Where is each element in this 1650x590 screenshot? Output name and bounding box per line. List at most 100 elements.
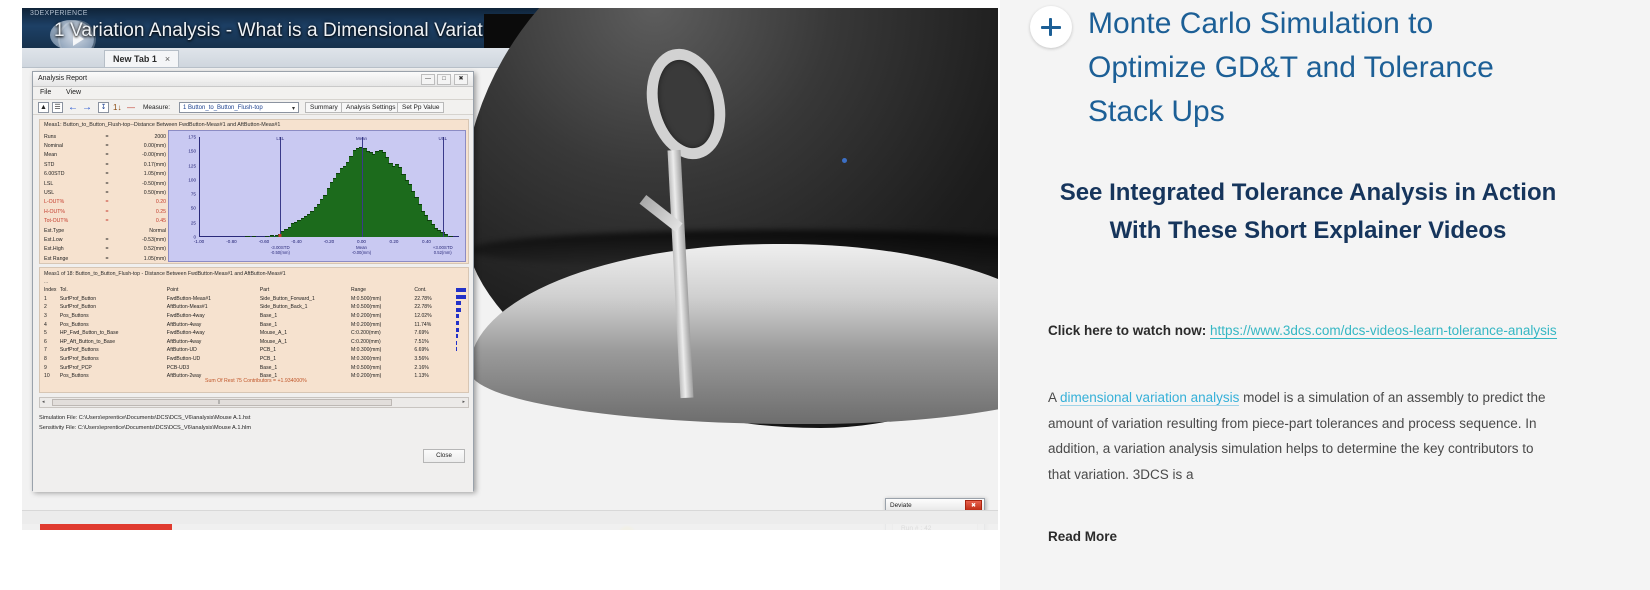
cell-range: M:0.500(mm) [351, 364, 382, 371]
bar-view-icon[interactable]: ☰ [52, 102, 63, 113]
analysis-settings-button[interactable]: Analysis Settings [341, 102, 401, 113]
contribution-bar [456, 288, 466, 292]
cell-tol: Pos_Buttons [59, 373, 89, 380]
stat-value: 0.20 [155, 199, 166, 206]
stat-key: USL [44, 190, 55, 197]
menu-view[interactable]: View [66, 89, 81, 96]
cell-range: M:0.300(mm) [351, 347, 382, 354]
stat-key: Est Range [44, 255, 69, 262]
histogram-bar [245, 236, 250, 237]
cell-part: Side_Button_Back_1 [259, 304, 308, 311]
cell-tol: HP_Aft_Button_to_Base [59, 338, 116, 345]
chevron-down-icon[interactable]: ▾ [292, 104, 295, 114]
cell-point: FwdButton-UD [166, 356, 201, 363]
stat-value: 1.05(mm) [143, 171, 166, 178]
table-row: 4 Pos_Buttons AftButton-4way Base_1 M:0.200(… [44, 320, 454, 329]
plus-icon[interactable] [1030, 6, 1072, 48]
x-tick-label: -1.00 [193, 239, 205, 244]
screenshot-root: 3DEXPERIENCE 👤 + 🕒 ➦ ? 🏷 1 Variation Ana… [0, 0, 1650, 590]
range-icon[interactable]: — [127, 103, 135, 112]
histogram-view-icon[interactable]: ▲ [38, 102, 49, 113]
dimensional-variation-analysis-link[interactable]: dimensional variation analysis [1060, 390, 1240, 406]
x-tick-label: -0.60 [258, 239, 270, 244]
tab-new-tab-1[interactable]: New Tab 1 × [104, 50, 180, 67]
video-player[interactable]: 3DEXPERIENCE 👤 + 🕒 ➦ ? 🏷 1 Variation Ana… [22, 8, 998, 530]
stat-value: 1.05(mm) [143, 255, 166, 262]
cell-range: M:0.200(mm) [351, 321, 382, 328]
summary-button[interactable]: Summary [305, 102, 343, 113]
table-header-row: Index Tol. Point Part Range Cont. [44, 286, 454, 295]
cell-cont: 7.51% [414, 338, 429, 345]
watch-now-link[interactable]: https://www.3dcs.com/dcs-videos-learn-to… [1210, 323, 1557, 339]
report-menubar: File View [33, 87, 473, 100]
model-point-marker [842, 158, 847, 163]
stat-row: Runs = 2000 [44, 132, 166, 141]
video-progress-bar[interactable] [22, 524, 998, 530]
contribution-bar [456, 301, 462, 306]
sort-icon[interactable]: 1↓ [113, 103, 121, 112]
table-row: 7 SurfProf_Buttons AftButton-UD PCB_1 M:0.30… [44, 346, 454, 355]
cell-part: Base_1 [259, 364, 278, 371]
cell-part: Base_1 [259, 313, 278, 320]
read-more-link[interactable]: Read More [1048, 529, 1117, 544]
minimize-button[interactable]: — [421, 74, 435, 85]
close-report-button[interactable]: Close [423, 449, 465, 463]
article-subtitle: See Integrated Tolerance Analysis in Act… [1059, 179, 1557, 244]
stat-value: 0.25 [155, 208, 166, 215]
page-title: Monte Carlo Simulation to Optimize GD&T … [1088, 7, 1494, 128]
close-window-button[interactable]: ✖ [454, 74, 468, 85]
watch-now-label: Click here to watch now: [1048, 323, 1207, 338]
maximize-button[interactable]: □ [437, 74, 451, 85]
measure-dropdown[interactable]: 1 Button_to_Button_Flush-top ▾ [179, 102, 299, 113]
measure-label: Measure: [143, 104, 171, 111]
table-row: 2 SurfProf_Button AftButton-Meas#1 Side_But… [44, 303, 454, 312]
cell-point: AftButton-Meas#1 [166, 304, 208, 311]
scrollbar-thumb[interactable] [52, 399, 392, 406]
y-tick-label: 25 [190, 220, 196, 226]
histogram-bar [269, 235, 275, 237]
table-row: 8 SurfProf_Buttons FwdButton-UD PCB_1 M:0.30… [44, 355, 454, 364]
col-part: Part [259, 287, 270, 294]
y-tick-label: 125 [188, 163, 196, 169]
stat-value: Normal [149, 227, 166, 234]
horizontal-scrollbar[interactable]: ◂ ‖ ▸ [39, 397, 469, 408]
annotation-line [442, 137, 444, 237]
next-measure-icon[interactable]: → [82, 103, 92, 113]
scroll-right-arrow[interactable]: ▸ [462, 399, 465, 405]
stat-key: Tot-OUT% [44, 218, 69, 225]
scroll-left-arrow[interactable]: ◂ [42, 399, 45, 405]
contribution-bar [456, 347, 457, 352]
contribution-bar [456, 294, 466, 299]
previous-measure-icon[interactable]: ← [68, 103, 78, 113]
sum-of-rest-label: Sum Of Rest 75 Contributors = +1.934000% [205, 378, 307, 384]
stat-row: 6.00STD = 1.05(mm) [44, 170, 166, 179]
measure-selected-value: 1 Button_to_Button_Flush-top [183, 105, 263, 111]
set-pp-value-button[interactable]: Set Pp Value [397, 102, 445, 113]
contribution-bar [456, 334, 458, 339]
export-icon[interactable]: ↧ [98, 102, 109, 113]
y-tick-label: 100 [188, 177, 196, 183]
cell-cont: 7.69% [414, 330, 429, 337]
mouse-scroll-loop [635, 40, 737, 168]
stat-row: Mean = -0.00(mm) [44, 151, 166, 160]
contributors-panel: Meas1 of 18: Button_to_Button_Flush-top … [39, 267, 469, 393]
contribution-bar [456, 314, 460, 319]
cell-tol: SurfProf_Button [59, 304, 97, 311]
y-tick-label: 75 [190, 191, 196, 197]
cell-cont: 22.78% [414, 304, 432, 311]
contribution-bar-chart [456, 288, 466, 354]
col-cont: Cont. [414, 287, 427, 294]
stat-value: 0.52(mm) [143, 246, 166, 253]
annotation-line [361, 137, 363, 237]
body-text-pre: A [1048, 390, 1061, 405]
stat-key: Est.Low [44, 236, 63, 243]
cell-range: M:0.300(mm) [351, 356, 382, 363]
cell-part: Mouse_A_1 [259, 330, 288, 337]
stat-equals: = [105, 236, 109, 243]
menu-file[interactable]: File [40, 89, 51, 96]
analysis-report-window[interactable]: Analysis Report — □ ✖ File View ▲ ☰ ← → … [32, 71, 474, 492]
cell-point: FwdButton-4way [166, 313, 205, 320]
y-axis [199, 137, 200, 237]
tab-close-icon[interactable]: × [165, 54, 170, 64]
stat-value: 0.17(mm) [143, 161, 166, 168]
